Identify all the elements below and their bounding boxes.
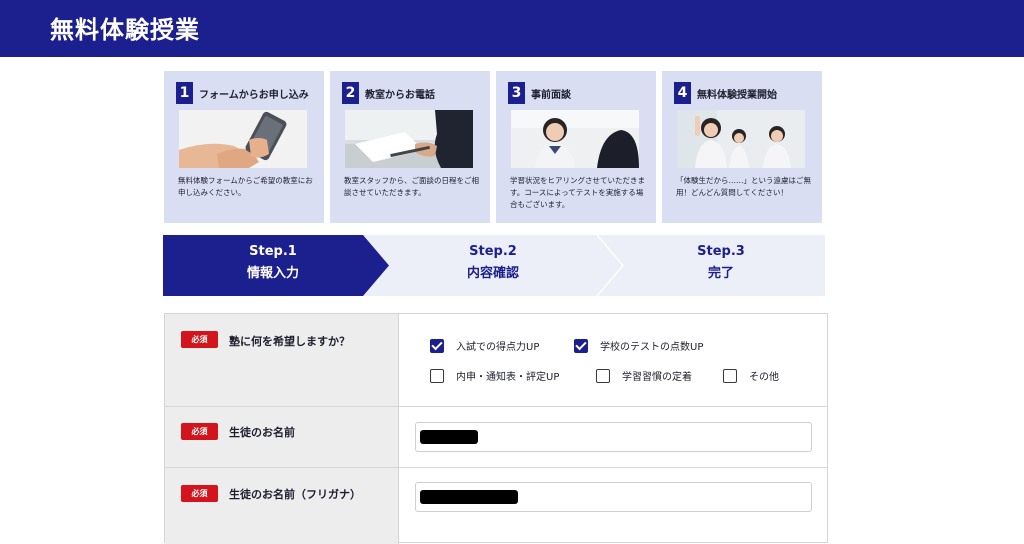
flow-card-3: 3 事前面談 学習状況をヒアリングさせていただきます。コースによってテストを実施… — [496, 71, 656, 223]
flow-steps: 1 フォームからお申し込み 無料体験フォームからご希望の教室にお申し込みください… — [164, 71, 824, 223]
phone-hands-photo — [179, 110, 307, 168]
step-3: Step.3 完了 — [641, 241, 801, 285]
checkbox-checked[interactable] — [430, 338, 444, 353]
form-row-label: 必須 生徒のお名前（フリガナ） — [165, 468, 399, 544]
required-badge: 必須 — [181, 331, 218, 348]
classroom-students-photo — [677, 110, 805, 168]
required-badge: 必須 — [181, 423, 218, 440]
flow-card-number: 4 — [674, 82, 691, 104]
flow-card-title: 無料体験授業開始 — [697, 89, 777, 101]
wishes-label: 塾に何を希望しますか？ — [229, 335, 350, 348]
form-row-student-name-kana: 必須 生徒のお名前（フリガナ） — [165, 468, 827, 544]
form-row-wishes: 必須 塾に何を希望しますか？ 入試での得点力UP 学校のテストの点数UP 内申・… — [165, 314, 827, 407]
required-badge: 必須 — [181, 485, 218, 502]
flow-card-text: 教室スタッフから、ご面談の日程をご相談させていただきます。 — [344, 176, 479, 197]
step-2: Step.2 内容確認 — [413, 241, 573, 285]
flow-card-text: 「体験生だから……」という遠慮はご無用！どんどん質問してください！ — [676, 176, 811, 197]
checkbox-label: 内申・通知表・評定UP — [456, 372, 560, 383]
checkbox-label: その他 — [749, 372, 779, 383]
step-1-number: Step.1 — [249, 244, 297, 259]
student-name-label: 生徒のお名前 — [229, 426, 295, 439]
interview-student-photo — [511, 110, 639, 168]
student-name-input[interactable] — [415, 422, 812, 452]
checkbox-unchecked[interactable] — [723, 368, 737, 383]
checkbox-label: 学校のテストの点数UP — [600, 342, 704, 353]
page-header: 無料体験授業 — [0, 0, 1024, 57]
form-row-student-name: 必須 生徒のお名前 — [165, 407, 827, 468]
flow-card-4: 4 無料体験授業開始 「体験生だから……」という遠慮はご無用！どんどん質問してく… — [662, 71, 822, 223]
checkbox-option-other[interactable]: その他 — [723, 368, 779, 383]
redaction — [420, 430, 478, 444]
step-3-name: 完了 — [707, 266, 734, 281]
step-progress: Step.1 情報入力 Step.2 内容確認 Step.3 完了 — [163, 235, 825, 296]
checkbox-option-school-test[interactable]: 学校のテストの点数UP — [574, 338, 703, 353]
checkbox-option-study-habit[interactable]: 学習習慣の定着 — [596, 368, 692, 383]
flow-card-title: 教室からお電話 — [365, 89, 435, 101]
student-name-kana-label: 生徒のお名前（フリガナ） — [229, 488, 361, 501]
flow-card-number: 3 — [508, 82, 525, 104]
flow-card-number: 2 — [342, 82, 359, 104]
checkbox-option-report-card[interactable]: 内申・通知表・評定UP — [430, 368, 559, 383]
step-1: Step.1 情報入力 — [193, 241, 353, 285]
form-row-label: 必須 生徒のお名前 — [165, 407, 399, 467]
step-2-name: 内容確認 — [466, 266, 519, 281]
trial-form: 必須 塾に何を希望しますか？ 入試での得点力UP 学校のテストの点数UP 内申・… — [164, 313, 828, 544]
page-title: 無料体験授業 — [50, 16, 200, 44]
checkbox-unchecked[interactable] — [596, 368, 610, 383]
checkbox-checked[interactable] — [574, 338, 588, 353]
redaction — [420, 490, 518, 504]
checkbox-unchecked[interactable] — [430, 368, 444, 383]
step-1-name: 情報入力 — [246, 266, 299, 281]
checkbox-label: 学習習慣の定着 — [622, 372, 692, 383]
step-3-number: Step.3 — [697, 244, 745, 259]
step-2-number: Step.2 — [469, 244, 517, 259]
checkbox-label: 入試での得点力UP — [456, 342, 540, 353]
desk-paperwork-photo — [345, 110, 473, 168]
flow-card-title: 事前面談 — [531, 89, 571, 101]
flow-card-1: 1 フォームからお申し込み 無料体験フォームからご希望の教室にお申し込みください… — [164, 71, 324, 223]
flow-card-number: 1 — [176, 82, 193, 104]
flow-card-2: 2 教室からお電話 教室スタッフから、ご面談の日程をご相談させていただきます。 — [330, 71, 490, 223]
student-name-kana-input[interactable] — [415, 482, 812, 512]
flow-card-text: 学習状況をヒアリングさせていただきます。コースによってテストを実施する場合もござ… — [510, 176, 645, 209]
form-row-label: 必須 塾に何を希望しますか？ — [165, 314, 399, 406]
flow-card-title: フォームからお申し込み — [199, 89, 309, 101]
checkbox-option-exam-score[interactable]: 入試での得点力UP — [430, 338, 539, 353]
flow-card-text: 無料体験フォームからご希望の教室にお申し込みください。 — [178, 176, 313, 197]
